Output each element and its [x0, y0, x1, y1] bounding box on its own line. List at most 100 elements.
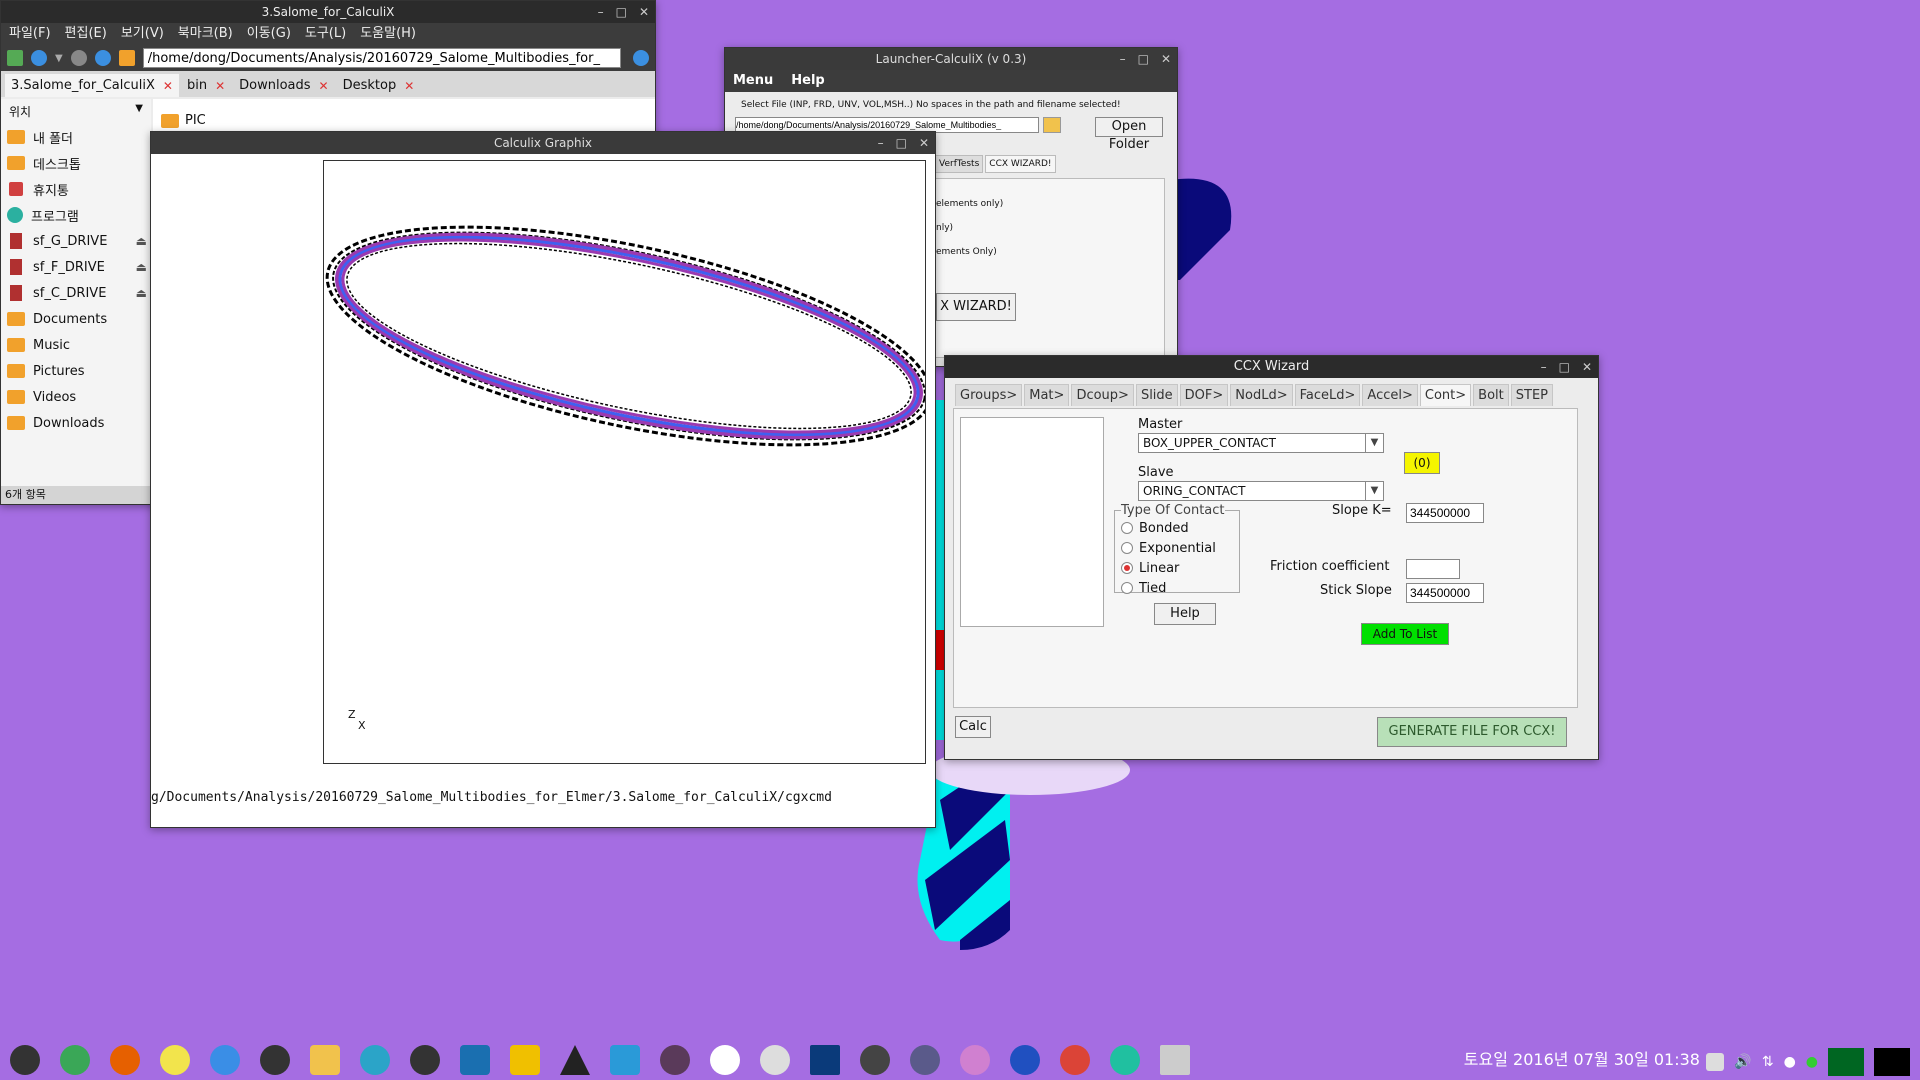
path-input[interactable]	[142, 48, 621, 68]
radio-tied[interactable]: Tied	[1121, 578, 1233, 598]
maximize-icon[interactable]: □	[896, 132, 907, 154]
radio-linear[interactable]: Linear	[1121, 558, 1233, 578]
radio-icon[interactable]	[1121, 542, 1133, 554]
firefox-icon[interactable]	[110, 1045, 140, 1075]
chevron-down-icon[interactable]: ▼	[1365, 434, 1383, 452]
paint-icon[interactable]	[510, 1045, 540, 1075]
graphics-canvas[interactable]: Z X	[323, 160, 933, 764]
volume-icon[interactable]: 🔊	[1734, 1054, 1751, 1070]
ccx-wizard-button[interactable]: X WIZARD!	[936, 293, 1016, 321]
contact-list[interactable]	[960, 417, 1104, 627]
close-tab-icon[interactable]: ✕	[163, 79, 173, 93]
radio-bonded[interactable]: Bonded	[1121, 518, 1233, 538]
radio-icon[interactable]	[1121, 522, 1133, 534]
tab-dof[interactable]: DOF>	[1179, 384, 1229, 406]
tab-salome[interactable]: 3.Salome_for_CalculiX ✕	[5, 74, 179, 97]
place-music[interactable]: Music	[1, 332, 151, 358]
place-sf-f-drive[interactable]: sf_F_DRIVE ⏏	[1, 254, 151, 280]
network-icon[interactable]: ⇅	[1762, 1054, 1774, 1070]
app-menu-icon[interactable]	[10, 1045, 40, 1075]
maximize-icon[interactable]: □	[1138, 48, 1149, 70]
close-icon[interactable]: ✕	[639, 1, 649, 23]
chrome-2-icon[interactable]	[1060, 1045, 1090, 1075]
maximize-icon[interactable]: □	[616, 1, 627, 23]
minimize-icon[interactable]: –	[598, 1, 604, 23]
e-icon[interactable]	[810, 1045, 840, 1075]
tab-groups[interactable]: Groups>	[955, 384, 1023, 406]
tab-faceld[interactable]: FaceLd>	[1294, 384, 1361, 406]
inkscape-icon[interactable]	[560, 1045, 590, 1075]
tab-mat[interactable]: Mat>	[1024, 384, 1070, 406]
place-home[interactable]: 내 폴더	[1, 124, 151, 150]
menu-go[interactable]: 이동(G)	[247, 23, 291, 45]
new-tab-icon[interactable]	[7, 50, 23, 66]
tab-dcoup[interactable]: Dcoup>	[1071, 384, 1134, 406]
radio-exponential[interactable]: Exponential	[1121, 538, 1233, 558]
file-manager-titlebar[interactable]: 3.Salome_for_CalculiX – □ ✕	[1, 1, 655, 23]
tab-verftests[interactable]: VerfTests	[935, 155, 984, 173]
graphix-titlebar[interactable]: Calculix Graphix – □ ✕	[151, 132, 935, 154]
menu-view[interactable]: 보기(V)	[121, 23, 164, 45]
open-folder-button[interactable]: Open Folder	[1095, 117, 1163, 152]
tab-bin[interactable]: bin ✕	[180, 74, 232, 97]
menu-edit[interactable]: 편집(E)	[65, 23, 107, 45]
close-tab-icon[interactable]: ✕	[404, 79, 414, 93]
menu-help[interactable]: Help	[791, 70, 824, 92]
window-icon[interactable]	[1160, 1045, 1190, 1075]
tab-cont[interactable]: Cont>	[1419, 384, 1472, 406]
file-item[interactable]: PIC	[161, 113, 206, 128]
tab-step[interactable]: STEP	[1510, 384, 1553, 406]
brave-icon[interactable]	[160, 1045, 190, 1075]
chevron-down-icon[interactable]: ▼	[135, 103, 143, 120]
minimize-icon[interactable]: –	[1541, 356, 1547, 378]
place-pictures[interactable]: Pictures	[1, 358, 151, 384]
go-icon[interactable]	[633, 50, 649, 66]
command-line[interactable]: g/Documents/Analysis/20160729_Salome_Mul…	[151, 782, 935, 822]
settings-icon[interactable]	[760, 1045, 790, 1075]
home-icon[interactable]	[118, 50, 135, 66]
tab-accel[interactable]: Accel>	[1362, 384, 1418, 406]
refresh-icon[interactable]	[710, 1045, 740, 1075]
tab-desktop[interactable]: Desktop ✕	[336, 74, 421, 97]
triangle-icon[interactable]	[860, 1045, 890, 1075]
document-icon[interactable]	[960, 1045, 990, 1075]
sync-icon[interactable]	[360, 1045, 390, 1075]
minimize-icon[interactable]: –	[1120, 48, 1126, 70]
qt-icon[interactable]	[660, 1045, 690, 1075]
place-videos[interactable]: Videos	[1, 384, 151, 410]
spiral-icon[interactable]	[1010, 1045, 1040, 1075]
up-icon[interactable]	[94, 50, 111, 66]
close-tab-icon[interactable]: ✕	[215, 79, 225, 93]
tray-square-icon[interactable]	[1706, 1053, 1725, 1071]
tab-nodld[interactable]: NodLd>	[1230, 384, 1293, 406]
tab-ccx-wizard[interactable]: CCX WIZARD!	[985, 155, 1056, 173]
menu-tools[interactable]: 도구(L)	[305, 23, 346, 45]
help-button[interactable]: Help	[1154, 603, 1216, 625]
user-icon[interactable]: ●	[1784, 1054, 1796, 1070]
close-icon[interactable]: ✕	[1582, 356, 1592, 378]
close-icon[interactable]: ✕	[1161, 48, 1171, 70]
clock[interactable]: 토요일 2016년 07월 30일 01:38	[1464, 1046, 1700, 1070]
tab-slide[interactable]: Slide	[1135, 384, 1178, 406]
place-sf-g-drive[interactable]: sf_G_DRIVE ⏏	[1, 228, 151, 254]
chevron-down-icon[interactable]: ▼	[1365, 482, 1383, 500]
editor-icon[interactable]	[460, 1045, 490, 1075]
folder-browse-icon[interactable]	[1043, 117, 1061, 133]
radio-icon[interactable]	[1121, 582, 1133, 594]
maximize-icon[interactable]: □	[1559, 356, 1570, 378]
chat-icon[interactable]: ●	[1806, 1054, 1818, 1070]
menu-help[interactable]: 도움말(H)	[360, 23, 416, 45]
friction-input[interactable]	[1406, 559, 1460, 579]
add-to-list-button[interactable]: Add To List	[1361, 623, 1449, 645]
place-documents[interactable]: Documents	[1, 306, 151, 332]
calc-button[interactable]: Calc	[955, 716, 991, 738]
places-header[interactable]: 위치 ▼	[1, 99, 151, 124]
launcher-titlebar[interactable]: Launcher-CalculiX (v 0.3) – □ ✕	[725, 48, 1177, 70]
menu-bookmarks[interactable]: 북마크(B)	[178, 23, 233, 45]
files-icon[interactable]	[310, 1045, 340, 1075]
count-badge[interactable]: (0)	[1404, 452, 1440, 474]
slope-input[interactable]	[1406, 503, 1484, 523]
radio-icon-selected[interactable]	[1121, 562, 1133, 574]
history-dropdown-icon[interactable]: ▼	[55, 53, 63, 64]
eject-icon[interactable]: ⏏	[136, 260, 147, 274]
